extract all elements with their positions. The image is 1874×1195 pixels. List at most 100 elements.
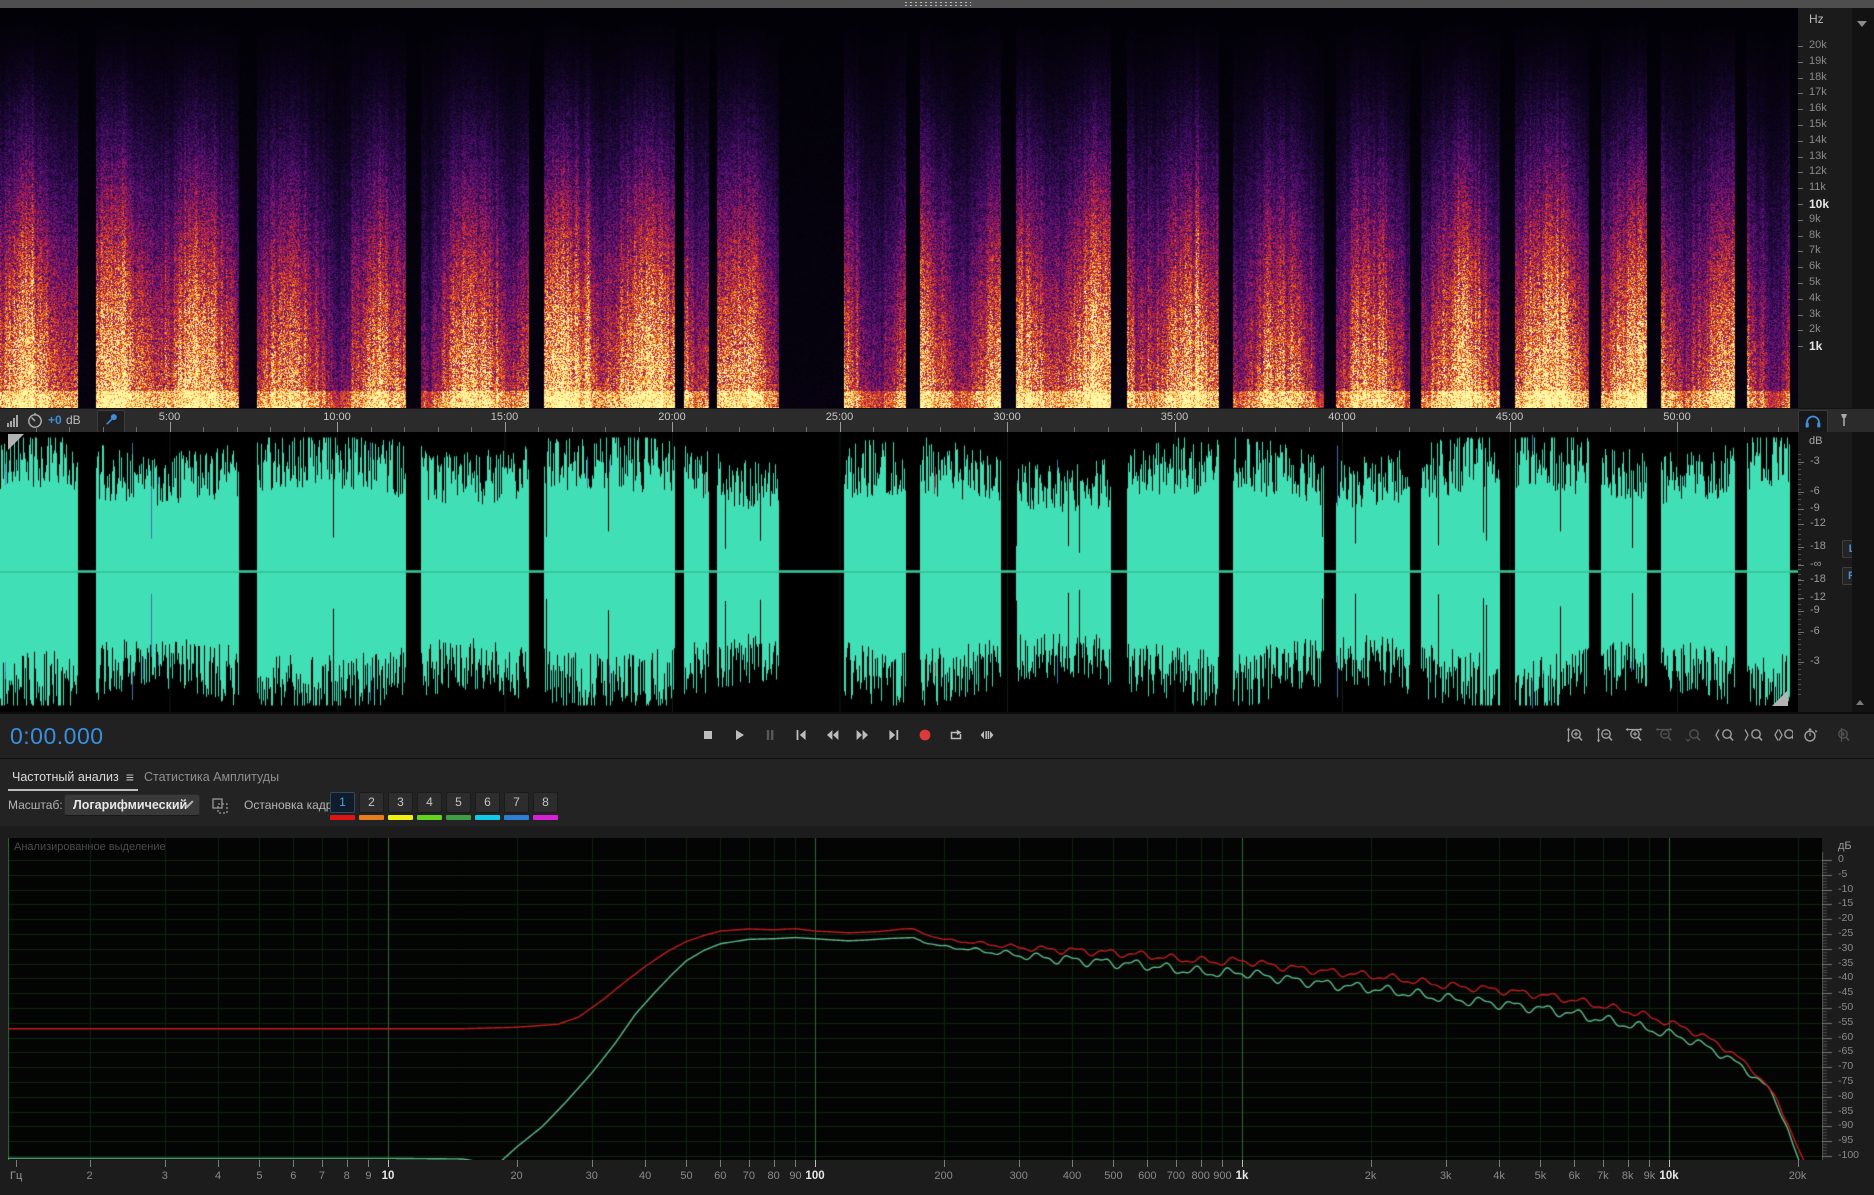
playhead-time-display[interactable]: 0:00.000 (10, 723, 104, 750)
db-tick (1798, 662, 1804, 663)
hold-button-7[interactable]: 7 (504, 792, 529, 813)
gain-value[interactable]: +0 (48, 413, 62, 427)
timeline-ruler[interactable]: +0 dB 5:00 10:00 15:00 20:00 25:00 30:00 35:00… (0, 408, 1874, 433)
zoom-out-point-button[interactable] (1740, 724, 1766, 746)
monitor-output-button[interactable] (1798, 410, 1828, 433)
hold-button-6[interactable]: 6 (475, 792, 500, 813)
hold-frame-5[interactable]: 5 (446, 792, 471, 820)
hold-frame-7[interactable]: 7 (504, 792, 529, 820)
zoom-full-button[interactable] (1829, 724, 1855, 746)
zoom-reset-button[interactable] (1681, 724, 1707, 746)
hold-button-2[interactable]: 2 (359, 792, 384, 813)
loop-playback-button[interactable] (943, 724, 969, 746)
freq-axis-tick (293, 1160, 295, 1167)
freq-tick (1798, 267, 1803, 269)
zoom-in-point-button[interactable] (1711, 724, 1737, 746)
db-minor-tick (1798, 504, 1801, 505)
zoom-out-vertical-icon (1596, 727, 1613, 743)
levels-icon[interactable] (6, 414, 20, 428)
time-label: 35:00 (1160, 411, 1189, 423)
freq-axis-tick (1222, 1160, 1224, 1167)
freq-axis-tick (1072, 1160, 1074, 1167)
scale-dropdown[interactable]: Логарифмический (64, 794, 200, 816)
freq-axis-tick (321, 1160, 323, 1167)
panel-collapse-icon[interactable] (1857, 21, 1867, 27)
scroll-up-icon[interactable] (1856, 700, 1864, 705)
freq-axis-tick (516, 1160, 518, 1167)
freq-label: 9k (1809, 212, 1821, 225)
play-button[interactable] (726, 724, 752, 746)
panel-drag-bar[interactable] (0, 0, 1874, 8)
freq-tick (1798, 283, 1803, 284)
skip-to-start-button[interactable] (788, 724, 814, 746)
drag-handle-icon[interactable] (905, 2, 971, 6)
freq-tick (1798, 298, 1803, 300)
skip-to-end-button[interactable] (881, 724, 907, 746)
hold-button-8[interactable]: 8 (533, 792, 558, 813)
freq-label: 18k (1809, 70, 1827, 83)
hold-frame-6[interactable]: 6 (475, 792, 500, 820)
hold-button-5[interactable]: 5 (446, 792, 471, 813)
hold-button-1[interactable]: 1 (330, 792, 355, 813)
waveform-db-scale[interactable]: dB -3-6-9-12-18-∞-18-12-9-6-3LR (1798, 432, 1862, 712)
frequency-plot-canvas[interactable] (8, 838, 1822, 1160)
ruler-tick (169, 422, 171, 432)
hold-color-bar (388, 815, 413, 820)
zoom-out-vertical-button[interactable] (1593, 724, 1619, 746)
db-minor-tick (1798, 644, 1801, 645)
plot-db-label: -95 (1838, 1134, 1854, 1147)
record-button[interactable] (912, 724, 938, 746)
freq-axis-label: 40 (638, 1170, 652, 1182)
freq-axis-tick (1602, 1160, 1604, 1167)
hold-frame-1[interactable]: 1 (330, 792, 355, 820)
zoom-in-vertical-button[interactable] (1563, 724, 1589, 746)
freq-axis-tick (164, 1160, 166, 1167)
plot-db-label: -20 (1838, 912, 1854, 925)
rewind-icon (827, 730, 839, 740)
db-minor-tick (1798, 454, 1801, 455)
pause-button[interactable] (757, 724, 783, 746)
waveform-canvas[interactable] (0, 432, 1798, 712)
freq-tick (1798, 125, 1803, 126)
pin-button[interactable] (97, 410, 125, 433)
plot-db-label: -30 (1838, 941, 1854, 954)
hold-frame-4[interactable]: 4 (417, 792, 442, 820)
stop-button[interactable] (695, 724, 721, 746)
selection-handle-bottomright-icon[interactable] (1772, 690, 1788, 706)
tab-amplitude-statistics[interactable]: Статистика Амплитуды (140, 764, 283, 789)
transport-bar: 0:00.000 (0, 712, 1874, 758)
tab-frequency-analysis[interactable]: Частотный анализ ≡ (8, 764, 138, 791)
zoom-selection-button[interactable] (1770, 724, 1796, 746)
freq-label: 19k (1809, 54, 1827, 67)
selection-handle-topleft-icon[interactable] (8, 434, 24, 450)
hold-button-3[interactable]: 3 (388, 792, 413, 813)
rewind-button[interactable] (819, 724, 845, 746)
hold-frame-2[interactable]: 2 (359, 792, 384, 820)
hold-frame-8[interactable]: 8 (533, 792, 558, 820)
time-label: 40:00 (1328, 411, 1356, 423)
hold-frame-3[interactable]: 3 (388, 792, 413, 820)
zoom-out-horizontal-button[interactable] (1652, 724, 1678, 746)
frequency-axis-unit: Hz (1809, 12, 1824, 26)
db-tick (1798, 547, 1804, 548)
freq-label: 6k (1809, 260, 1821, 273)
spectrogram-canvas[interactable] (0, 8, 1798, 408)
freq-axis-label: 2k (1364, 1170, 1377, 1182)
hold-button-4[interactable]: 4 (417, 792, 442, 813)
zoom-in-horizontal-button[interactable] (1622, 724, 1648, 746)
fast-forward-button[interactable] (850, 724, 876, 746)
panel-menu-icon[interactable]: ≡ (126, 770, 134, 784)
restore-zoom-button[interactable] (1799, 724, 1825, 746)
db-minor-tick (1798, 484, 1801, 485)
spectrogram-frequency-scale[interactable]: Hz 20k 19k 18k 17k 16k 15k 14k 13k 12k 11k 10k 9k 8k… (1798, 8, 1852, 408)
skip-selection-button[interactable] (974, 724, 1000, 746)
db-label: -6 (1810, 485, 1820, 497)
tack-button[interactable] (1832, 410, 1856, 431)
freq-axis-tick (218, 1160, 220, 1167)
copy-graph-button[interactable] (210, 796, 230, 816)
db-minor-tick (1798, 529, 1801, 530)
plot-db-label: -65 (1838, 1045, 1854, 1058)
freq-label: 11k (1809, 181, 1826, 194)
freq-axis-tick (686, 1160, 688, 1167)
freq-axis-tick (720, 1160, 722, 1167)
